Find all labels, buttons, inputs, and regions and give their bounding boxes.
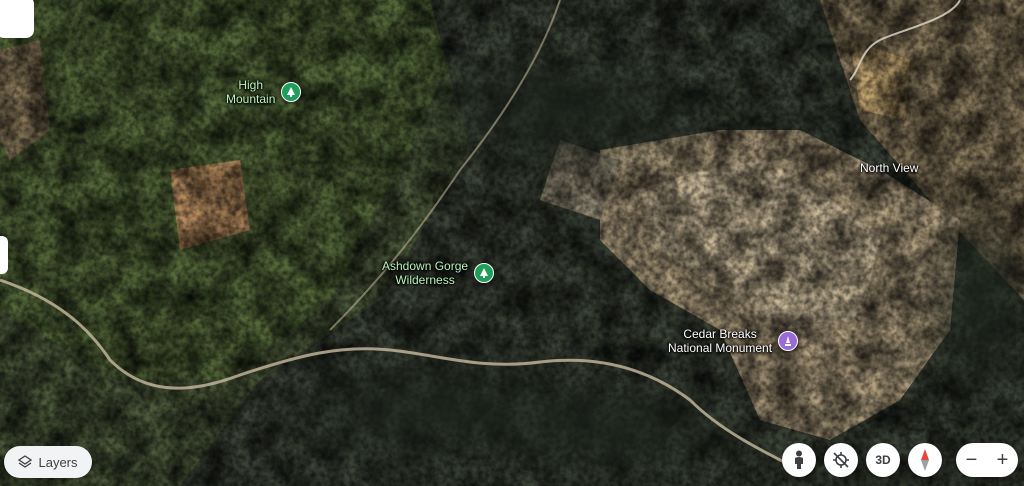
- place-label: Ashdown Gorge Wilderness: [382, 259, 469, 287]
- place-label: Cedar Breaks National Monument: [668, 327, 773, 355]
- satellite-map[interactable]: [0, 0, 1024, 486]
- street-view-button[interactable]: [782, 443, 816, 477]
- menu-tab[interactable]: [0, 0, 34, 38]
- layers-button[interactable]: Layers: [4, 446, 92, 478]
- place-cedar-breaks[interactable]: Cedar Breaks National Monument: [668, 327, 799, 355]
- tilt-label: 3D: [875, 453, 891, 467]
- side-panel-handle[interactable]: [0, 236, 8, 274]
- place-ashdown-gorge[interactable]: Ashdown Gorge Wilderness: [382, 259, 495, 287]
- layers-label: Layers: [38, 454, 78, 470]
- compass-icon: [921, 449, 929, 471]
- pegman-icon: [795, 450, 803, 469]
- compass-button[interactable]: [908, 443, 942, 477]
- zoom-control: − +: [956, 443, 1018, 477]
- tree-icon[interactable]: [281, 82, 302, 102]
- place-label: High Mountain: [226, 78, 276, 106]
- layers-icon: [18, 455, 33, 468]
- place-label: North View: [860, 161, 919, 175]
- tree-icon[interactable]: [474, 263, 495, 283]
- tilt-3d-button[interactable]: 3D: [866, 443, 900, 477]
- place-high-mountain[interactable]: High Mountain: [226, 78, 302, 106]
- satellite-toggle-button[interactable]: [824, 443, 858, 477]
- monument-icon[interactable]: [778, 331, 799, 351]
- zoom-in-button[interactable]: +: [997, 449, 1009, 472]
- satellite-off-icon: [833, 452, 849, 468]
- place-north-view[interactable]: North View: [860, 161, 918, 175]
- zoom-out-button[interactable]: −: [966, 449, 978, 472]
